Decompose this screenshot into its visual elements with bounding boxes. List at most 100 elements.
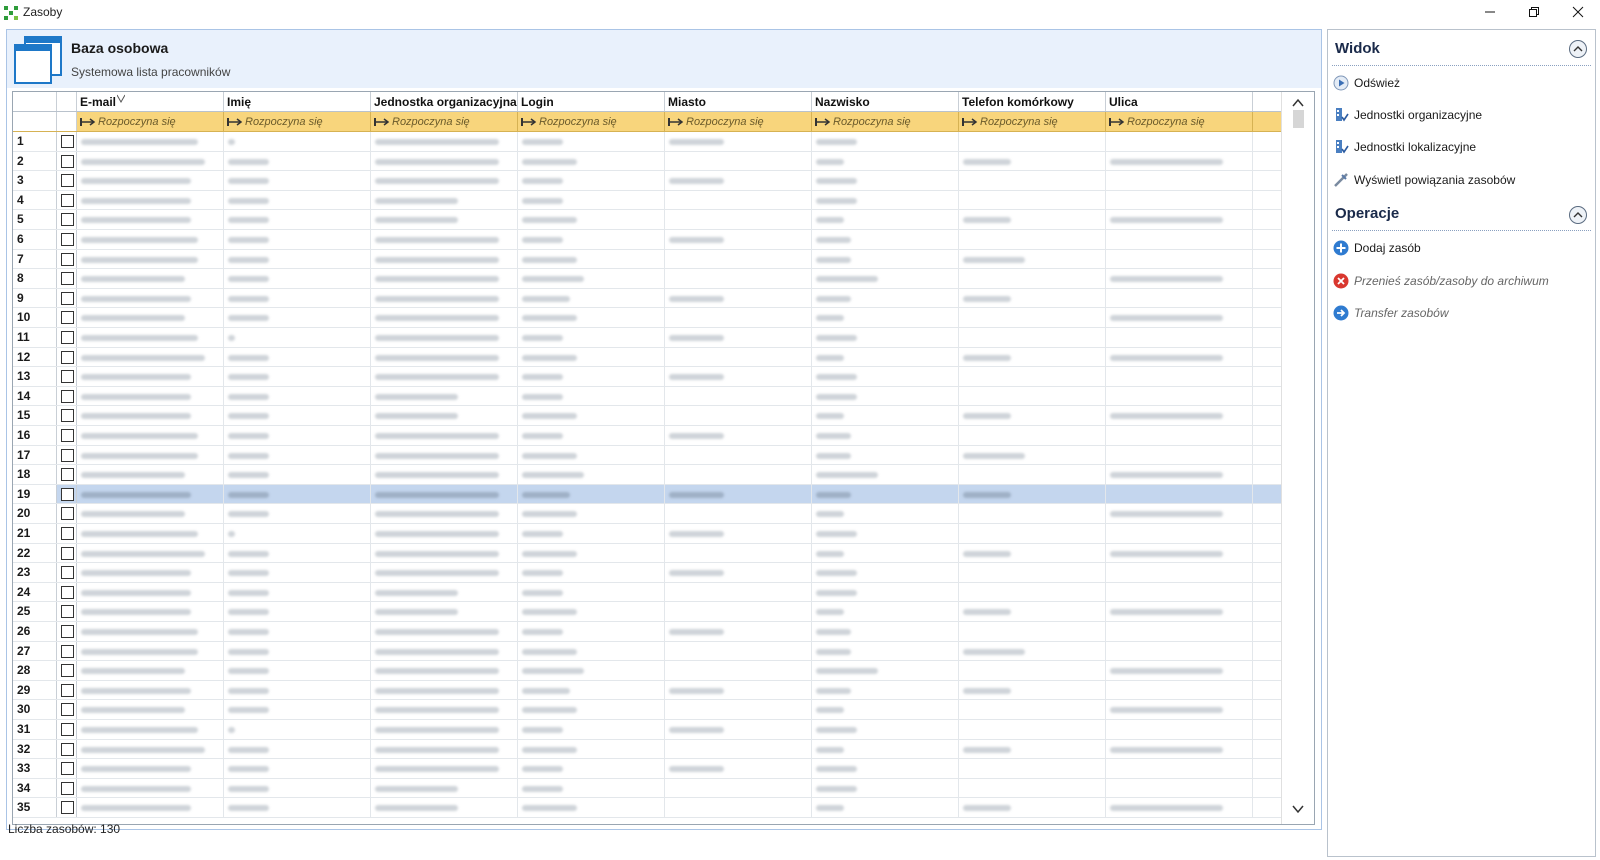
table-row[interactable]: 1 bbox=[13, 132, 1281, 152]
table-row[interactable]: 4 bbox=[13, 190, 1281, 211]
row-checkbox[interactable] bbox=[61, 370, 74, 384]
scroll-thumb[interactable] bbox=[1293, 110, 1304, 128]
filter-cell[interactable]: Rozpoczyna się bbox=[812, 112, 959, 131]
table-row[interactable]: 25 bbox=[13, 602, 1281, 622]
table-row[interactable]: 33 bbox=[13, 759, 1281, 779]
table-row[interactable]: 31 bbox=[13, 720, 1281, 740]
filter-cell[interactable]: Rozpoczyna się bbox=[371, 112, 518, 131]
row-checkbox[interactable] bbox=[61, 527, 74, 540]
table-row[interactable]: 34 bbox=[13, 778, 1281, 799]
restore-button[interactable] bbox=[1512, 0, 1556, 24]
row-checkbox[interactable] bbox=[61, 135, 74, 148]
table-row[interactable]: 5 bbox=[13, 210, 1281, 230]
filter-cell[interactable]: Rozpoczyna się bbox=[224, 112, 371, 131]
resources-grid[interactable]: E-mail Imię Jednostka organizacyjna Logi… bbox=[12, 91, 1315, 825]
table-row[interactable]: 10 bbox=[13, 308, 1281, 328]
table-row[interactable]: 23 bbox=[13, 563, 1281, 583]
table-row[interactable]: 13 bbox=[13, 367, 1281, 387]
row-checkbox[interactable] bbox=[61, 448, 74, 462]
table-row[interactable]: 27 bbox=[13, 641, 1281, 662]
table-row[interactable]: 7 bbox=[13, 249, 1281, 270]
table-row[interactable]: 29 bbox=[13, 680, 1281, 701]
column-header-mobile-phone[interactable]: Telefon komórkowy bbox=[959, 92, 1106, 111]
row-checkbox[interactable] bbox=[61, 311, 74, 325]
row-checkbox[interactable] bbox=[61, 703, 74, 717]
row-checkbox[interactable] bbox=[61, 644, 74, 658]
row-checkbox[interactable] bbox=[61, 585, 74, 599]
row-checkbox[interactable] bbox=[61, 801, 74, 815]
row-checkbox[interactable] bbox=[61, 429, 74, 442]
grid-scrollbar[interactable] bbox=[1281, 92, 1314, 824]
row-checkbox[interactable] bbox=[61, 625, 74, 638]
transfer-resources-action[interactable]: Transfer zasobów bbox=[1333, 303, 1448, 323]
table-row[interactable]: 15 bbox=[13, 406, 1281, 426]
table-row[interactable]: 18 bbox=[13, 465, 1281, 485]
row-checkbox[interactable] bbox=[61, 272, 74, 286]
add-resource-action[interactable]: Dodaj zasób bbox=[1333, 238, 1421, 258]
row-checkbox[interactable] bbox=[61, 742, 74, 756]
minimize-button[interactable] bbox=[1468, 0, 1512, 24]
show-relations-action[interactable]: Wyświetl powiązania zasobów bbox=[1333, 170, 1515, 190]
org-units-action[interactable]: Jednostki organizacyjne bbox=[1333, 105, 1482, 125]
row-checkbox[interactable] bbox=[61, 331, 74, 344]
collapse-operations-button[interactable] bbox=[1569, 206, 1587, 224]
table-row[interactable]: 11 bbox=[13, 328, 1281, 348]
table-row[interactable]: 16 bbox=[13, 426, 1281, 446]
row-checkbox[interactable] bbox=[61, 291, 74, 305]
location-units-action[interactable]: Jednostki lokalizacyjne bbox=[1333, 137, 1476, 157]
table-row[interactable]: 21 bbox=[13, 524, 1281, 544]
filter-cell[interactable]: Rozpoczyna się bbox=[77, 112, 224, 131]
scroll-up-icon[interactable] bbox=[1290, 96, 1306, 110]
row-checkbox[interactable] bbox=[61, 762, 74, 776]
column-header-last-name[interactable]: Nazwisko bbox=[812, 92, 959, 111]
filter-cell[interactable]: Rozpoczyna się bbox=[959, 112, 1106, 131]
table-row[interactable]: 12 bbox=[13, 347, 1281, 368]
row-checkbox[interactable] bbox=[61, 566, 74, 580]
table-row[interactable]: 8 bbox=[13, 269, 1281, 289]
close-button[interactable] bbox=[1556, 0, 1600, 24]
table-row[interactable]: 9 bbox=[13, 288, 1281, 309]
filter-cell[interactable]: Rozpoczyna się bbox=[518, 112, 665, 131]
row-checkbox[interactable] bbox=[61, 723, 74, 736]
refresh-action[interactable]: Odśwież bbox=[1333, 73, 1400, 93]
table-row[interactable]: 26 bbox=[13, 622, 1281, 642]
table-row[interactable]: 20 bbox=[13, 504, 1281, 524]
row-checkbox[interactable] bbox=[61, 487, 74, 501]
table-row[interactable]: 35 bbox=[13, 798, 1281, 818]
table-row[interactable]: 19 bbox=[13, 484, 1281, 505]
table-row[interactable]: 17 bbox=[13, 445, 1281, 466]
row-checkbox[interactable] bbox=[61, 154, 74, 168]
table-row[interactable]: 24 bbox=[13, 582, 1281, 603]
column-header-first-name[interactable]: Imię bbox=[224, 92, 371, 111]
row-checkbox[interactable] bbox=[61, 683, 74, 697]
row-checkbox[interactable] bbox=[61, 546, 74, 560]
table-row[interactable]: 14 bbox=[13, 386, 1281, 407]
row-checkbox[interactable] bbox=[61, 389, 74, 403]
filter-cell[interactable]: Rozpoczyna się bbox=[665, 112, 812, 131]
table-row[interactable]: 6 bbox=[13, 230, 1281, 250]
table-row[interactable]: 32 bbox=[13, 739, 1281, 760]
filter-cell[interactable]: Rozpoczyna się bbox=[1106, 112, 1253, 131]
table-row[interactable]: 22 bbox=[13, 543, 1281, 564]
archive-resource-action[interactable]: Przenieś zasób/zasoby do archiwum bbox=[1333, 271, 1549, 291]
row-checkbox[interactable] bbox=[61, 507, 74, 521]
row-checkbox[interactable] bbox=[61, 193, 74, 207]
column-header-login[interactable]: Login bbox=[518, 92, 665, 111]
row-checkbox[interactable] bbox=[61, 781, 74, 795]
scroll-down-icon[interactable] bbox=[1290, 802, 1306, 816]
row-checkbox[interactable] bbox=[61, 252, 74, 266]
column-header-org-unit[interactable]: Jednostka organizacyjna bbox=[371, 92, 518, 111]
row-checkbox[interactable] bbox=[61, 605, 74, 619]
row-checkbox[interactable] bbox=[61, 233, 74, 246]
table-row[interactable]: 28 bbox=[13, 661, 1281, 681]
table-row[interactable]: 3 bbox=[13, 171, 1281, 191]
column-header-email[interactable]: E-mail bbox=[77, 92, 224, 111]
column-header-street[interactable]: Ulica bbox=[1106, 92, 1253, 111]
table-row[interactable]: 30 bbox=[13, 700, 1281, 720]
row-checkbox[interactable] bbox=[61, 409, 74, 423]
row-checkbox[interactable] bbox=[61, 350, 74, 364]
row-checkbox[interactable] bbox=[61, 213, 74, 227]
collapse-view-button[interactable] bbox=[1569, 40, 1587, 58]
row-checkbox[interactable] bbox=[61, 664, 74, 678]
row-checkbox[interactable] bbox=[61, 174, 74, 188]
